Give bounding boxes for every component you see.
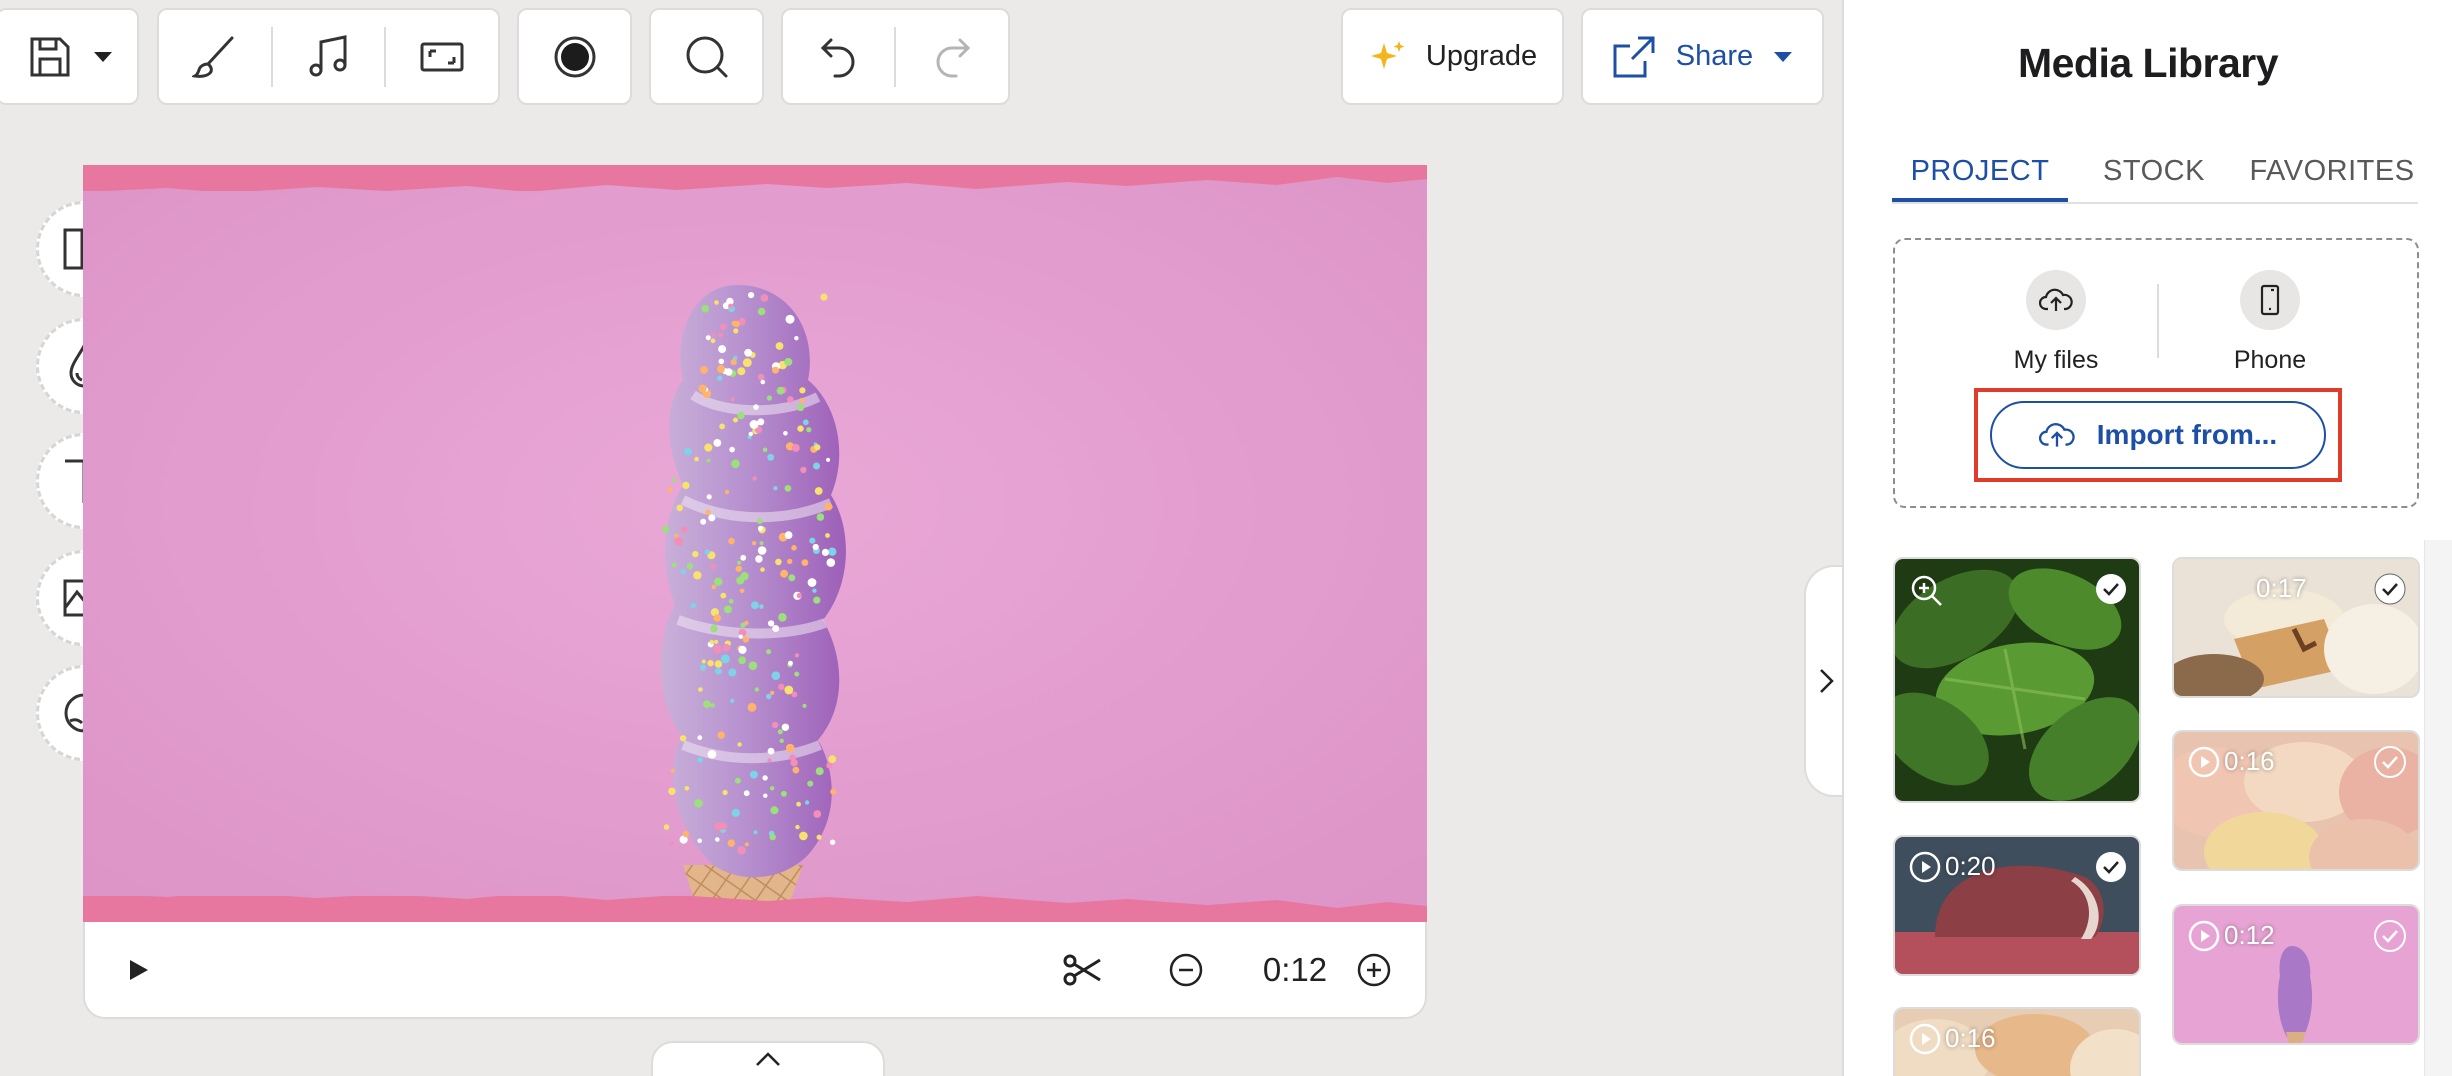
import-from-button[interactable]: Import from... [1990, 401, 2326, 469]
upgrade-label: Upgrade [1425, 40, 1538, 72]
cloud-upload-icon [2038, 423, 2075, 447]
player-controls: 0:12 [83, 922, 1427, 1019]
check-icon[interactable] [2374, 573, 2406, 605]
undo-icon [820, 38, 854, 77]
play-circle-icon[interactable] [2188, 746, 2220, 778]
search-toolbar-group [649, 8, 764, 105]
brush-icon [191, 36, 234, 78]
share-label: Share [1675, 40, 1754, 72]
media-item-melting-cone[interactable]: 0:12 [2172, 904, 2420, 1045]
undo-button[interactable] [783, 9, 894, 104]
media-item-basil-leaves[interactable] [1893, 557, 2141, 803]
record-toolbar-group [517, 8, 632, 105]
file-toolbar-group [0, 8, 139, 105]
phone-button[interactable]: Phone [2195, 270, 2345, 375]
edit-toolbar-group [157, 8, 500, 105]
duration-label: 0:17 [2256, 573, 2307, 603]
music-note-icon [309, 34, 346, 76]
sparkle-icon [1370, 40, 1405, 69]
current-time: 0:12 [1262, 950, 1328, 988]
media-item-chocolate-scoop[interactable]: 0:20 [1893, 835, 2141, 976]
timeline-expand-button[interactable] [651, 1041, 885, 1076]
panel-title: Media Library [2017, 40, 2279, 86]
import-from-label: Import from... [2096, 419, 2278, 450]
media-library-panel: Media Library PROJECT STOCK FAVORITES My… [1842, 0, 2452, 1076]
my-files-button[interactable]: My files [1981, 270, 2131, 375]
resize-button[interactable] [386, 9, 498, 104]
chevron-right-icon [1820, 669, 1834, 693]
save-button[interactable] [0, 9, 72, 104]
check-icon[interactable] [2095, 573, 2127, 605]
record-button[interactable] [519, 9, 630, 104]
history-toolbar-group [781, 8, 1010, 105]
play-icon [130, 959, 148, 980]
torn-edge-top [83, 165, 1427, 191]
media-item-ice-cream-scoops[interactable]: 0:16 [2172, 730, 2420, 871]
my-files-label: My files [2013, 346, 2099, 374]
source-divider [2157, 284, 2159, 358]
share-export-icon [1613, 36, 1655, 77]
media-item-ice-cream-tubs[interactable]: 0:16 [1893, 1007, 2141, 1076]
redo-icon [936, 38, 971, 77]
music-button[interactable] [273, 9, 385, 104]
play-circle-icon[interactable] [1909, 851, 1941, 883]
tab-underline [1892, 202, 2418, 204]
phone-label: Phone [2233, 346, 2307, 374]
duration-label: 0:16 [2224, 746, 2275, 776]
video-canvas[interactable] [83, 165, 1427, 922]
check-icon[interactable] [2095, 851, 2127, 883]
save-icon [30, 37, 70, 76]
tab-stock[interactable]: STOCK [2084, 150, 2224, 202]
my-files-icon-circle [2026, 270, 2086, 330]
duration-label: 0:12 [2224, 920, 2275, 950]
scissors-icon [1063, 954, 1101, 985]
aspect-ratio-icon [420, 42, 464, 71]
play-circle-icon[interactable] [1909, 1023, 1941, 1055]
search-icon [686, 36, 727, 77]
tab-favorites[interactable]: FAVORITES [2244, 150, 2420, 202]
zoom-out-button[interactable] [1151, 922, 1221, 1017]
search-button[interactable] [651, 9, 762, 104]
torn-edge-bottom [83, 896, 1427, 922]
zoom-in-button[interactable] [1339, 922, 1409, 1017]
draw-button[interactable] [159, 9, 271, 104]
zoom-icon[interactable] [1909, 573, 1945, 609]
chevron-down-icon [94, 51, 112, 62]
share-button[interactable]: Share [1581, 8, 1824, 105]
duration-label: 0:16 [1945, 1023, 1996, 1053]
check-icon[interactable] [2374, 746, 2406, 778]
save-options-dropdown[interactable] [72, 9, 134, 104]
chevron-up-icon [756, 1052, 780, 1066]
video-frame-image [83, 165, 1427, 922]
phone-icon-circle [2240, 270, 2300, 330]
upgrade-button[interactable]: Upgrade [1341, 8, 1564, 105]
phone-icon [2260, 284, 2280, 316]
chevron-down-icon [1774, 51, 1793, 62]
upload-dropzone[interactable]: My files Phone Import from... [1893, 238, 2419, 508]
cloud-upload-icon [2039, 288, 2073, 311]
zoom-in-icon [1357, 953, 1391, 986]
panel-scrollbar[interactable] [2424, 540, 2452, 1076]
tab-project[interactable]: PROJECT [1892, 150, 2068, 202]
duration-label: 0:20 [1945, 851, 1996, 881]
play-circle-icon[interactable] [2188, 920, 2220, 952]
record-icon [554, 36, 595, 77]
split-button[interactable] [1047, 922, 1117, 1017]
redo-button[interactable] [896, 9, 1008, 104]
media-item-ice-cream-cones[interactable]: 0:17 [2172, 557, 2420, 698]
zoom-out-icon [1169, 953, 1203, 986]
play-button[interactable] [109, 922, 169, 1017]
check-icon[interactable] [2374, 920, 2406, 952]
